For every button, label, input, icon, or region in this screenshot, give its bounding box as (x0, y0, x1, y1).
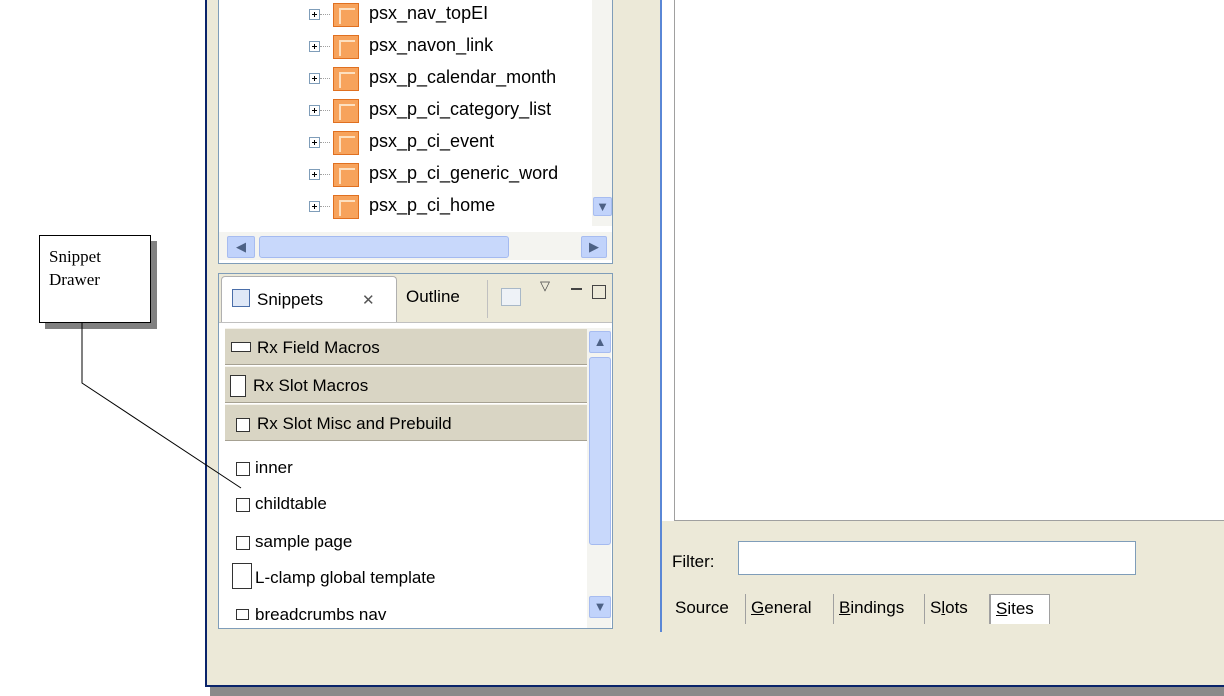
tree-item-label: psx_p_calendar_month (369, 67, 557, 87)
snippet-icon (236, 498, 250, 512)
tab-label: Snippets (257, 290, 324, 309)
snippets-icon (232, 289, 250, 307)
tab-sites[interactable]: Sites (990, 594, 1050, 624)
template-icon (333, 35, 359, 59)
scroll-up-icon[interactable]: ▲ (589, 331, 611, 353)
template-editor: Filter: Source General Bindings Slots Si… (660, 0, 1224, 632)
template-tree-panel: psx_nav_topEI psx_navon_link psx_p_calen… (218, 0, 613, 264)
callout-line-1: Snippet (49, 247, 101, 266)
slot-macro-icon (230, 375, 246, 397)
nav-snippet-icon (236, 609, 249, 620)
drawer-rx-slot-misc[interactable]: Rx Slot Misc and Prebuild (225, 404, 611, 441)
tree-item-label: psx_navon_link (369, 35, 494, 55)
scroll-down-icon[interactable]: ▼ (589, 596, 611, 618)
view-menu-icon[interactable]: ▽ (540, 278, 550, 294)
vertical-scroll-thumb[interactable] (589, 357, 611, 545)
drawer-label: Rx Slot Misc and Prebuild (257, 414, 452, 433)
maximize-icon[interactable] (592, 285, 606, 299)
expand-icon[interactable] (309, 137, 320, 148)
view-tab-bar: Snippets ✕ Outline ▽ (219, 274, 612, 323)
tree-item-label: psx_nav_topEI (369, 3, 489, 23)
snippets-view: Snippets ✕ Outline ▽ Rx Field Macros Rx … (218, 273, 613, 629)
field-macro-icon (231, 342, 251, 352)
import-icon[interactable] (501, 288, 521, 306)
tree-item[interactable]: psx_p_ci_home (219, 192, 589, 224)
tree-item[interactable]: psx_p_ci_generic_word (219, 160, 589, 192)
template-icon (333, 99, 359, 123)
close-icon[interactable]: ✕ (362, 291, 375, 309)
tab-source[interactable]: Source (670, 594, 746, 624)
scroll-left-icon[interactable]: ◀ (227, 236, 255, 258)
snippet-drawer-callout: Snippet Drawer (39, 235, 151, 323)
snippet-item-sample-page[interactable]: sample page (255, 532, 352, 552)
drawer-label: Rx Field Macros (257, 338, 380, 357)
snippet-icon (236, 418, 250, 432)
horizontal-scroll-thumb[interactable] (259, 236, 509, 258)
expand-icon[interactable] (309, 105, 320, 116)
drawer-rx-slot-macros[interactable]: Rx Slot Macros (225, 366, 611, 403)
template-icon (333, 195, 359, 219)
scroll-right-icon[interactable]: ▶ (581, 236, 607, 258)
snippet-icon (236, 462, 250, 476)
snippet-item-inner[interactable]: inner (255, 458, 293, 478)
tree-item[interactable]: psx_nav_topEI (219, 0, 589, 32)
tab-outline[interactable]: Outline (406, 287, 460, 307)
snippet-icon (236, 536, 250, 550)
tree-item[interactable]: psx_p_ci_event (219, 128, 589, 160)
tree-item-label: psx_p_ci_generic_word (369, 163, 559, 183)
tree-item[interactable]: psx_navon_link (219, 32, 589, 64)
snippet-item-childtable[interactable]: childtable (255, 494, 327, 514)
tab-slots[interactable]: Slots (925, 594, 990, 624)
expand-icon[interactable] (309, 169, 320, 180)
callout-line-2: Drawer (49, 270, 100, 289)
tree-item-label: psx_p_ci_event (369, 131, 495, 151)
expand-icon[interactable] (309, 9, 320, 20)
expand-icon[interactable] (309, 73, 320, 84)
snippet-item-l-clamp[interactable]: L-clamp global template (255, 568, 435, 588)
scroll-down-icon[interactable]: ▼ (593, 197, 612, 216)
tree-item-label: psx_p_ci_home (369, 195, 496, 215)
drawer-rx-field-macros[interactable]: Rx Field Macros (225, 328, 611, 365)
template-icon (333, 131, 359, 155)
snippet-item-breadcrumbs-nav[interactable]: breadcrumbs nav (255, 605, 386, 625)
template-icon (333, 3, 359, 27)
tab-general[interactable]: General (746, 594, 834, 624)
template-icon (333, 67, 359, 91)
tree-item[interactable]: psx_p_ci_category_list (219, 96, 589, 128)
filter-label: Filter: (672, 552, 715, 571)
template-icon (333, 163, 359, 187)
template-doc-icon (232, 563, 252, 589)
tree-vertical-scrollbar[interactable] (592, 0, 612, 226)
editor-content-area[interactable] (674, 0, 1224, 521)
tab-bindings[interactable]: Bindings (834, 594, 925, 624)
tab-snippets[interactable]: Snippets ✕ (221, 276, 397, 322)
filter-area: Filter: Source General Bindings Slots Si… (662, 521, 1224, 632)
tree-item-label: psx_p_ci_category_list (369, 99, 552, 119)
filter-input[interactable] (738, 541, 1136, 575)
window-shadow (210, 687, 1224, 696)
tree-item[interactable]: psx_p_calendar_month (219, 64, 589, 96)
expand-icon[interactable] (309, 41, 320, 52)
drawer-label: Rx Slot Macros (253, 376, 369, 395)
expand-icon[interactable] (309, 201, 320, 212)
minimize-icon[interactable] (571, 288, 582, 290)
